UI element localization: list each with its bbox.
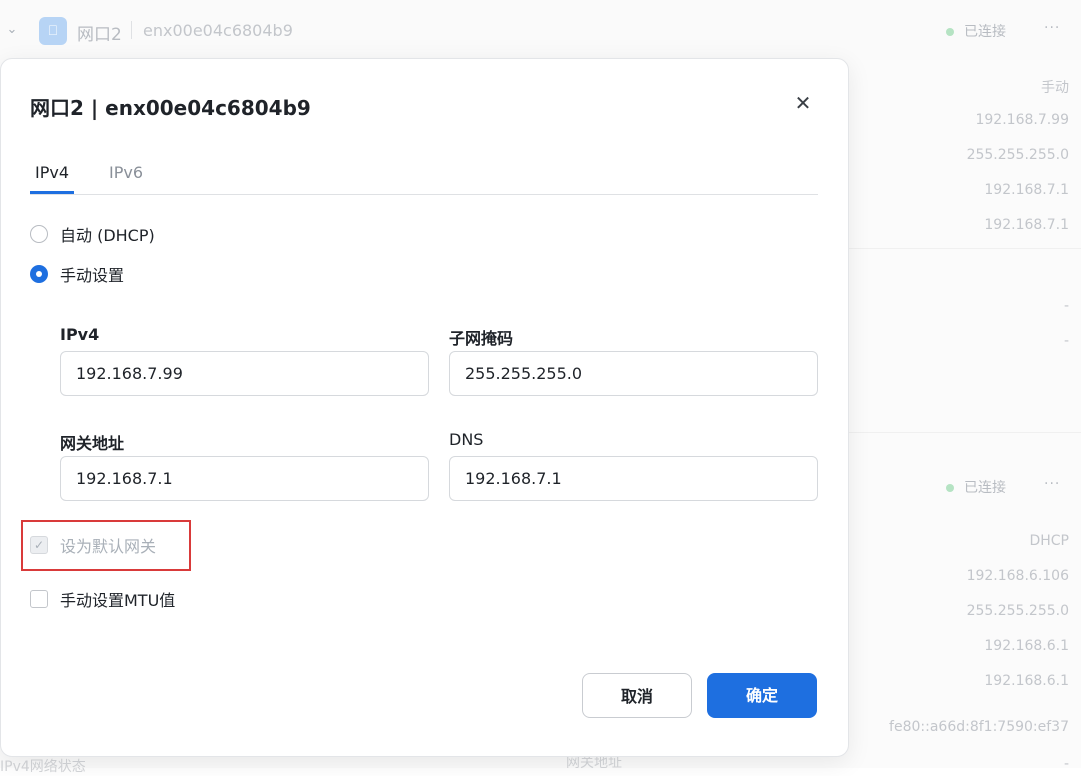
checkbox-box[interactable]: ✓: [30, 536, 48, 554]
subnet-label: 子网掩码: [449, 329, 514, 348]
bg-value: 192.168.6.1: [984, 638, 1069, 654]
ipv4-label: IPv4: [60, 325, 100, 344]
port-header[interactable]: ⌄ ⎕ 网口2 enx00e04c6804b9 已连接 ···: [0, 0, 1081, 60]
radio-label: 自动 (DHCP): [60, 226, 155, 245]
bg-value: fe80::a66d:8f1:7590:ef37: [889, 719, 1069, 735]
radio-label: 手动设置: [60, 266, 125, 285]
protocol-tabs: IPv4 IPv6: [30, 157, 818, 195]
radio-dhcp[interactable]: 自动 (DHCP): [30, 224, 155, 245]
port-name: 网口2: [77, 25, 122, 45]
bg-value: 192.168.7.1: [984, 182, 1069, 198]
bg-value: 192.168.6.1: [984, 673, 1069, 689]
dialog-title: 网口2 | enx00e04c6804b9: [30, 96, 311, 120]
more-options-icon[interactable]: ···: [1044, 20, 1060, 36]
bg-section-label: IPv4网络状态: [0, 759, 86, 775]
bg-value: -: [1063, 333, 1069, 349]
radio-circle[interactable]: [30, 265, 48, 283]
bg-value: DHCP: [1029, 533, 1069, 549]
ethernet-port-icon: ⎕: [39, 17, 67, 45]
bg-value: 255.255.255.0: [966, 147, 1069, 163]
bg-value: 192.168.6.106: [966, 568, 1069, 584]
bg-value: 192.168.7.99: [975, 112, 1069, 128]
port-mac: enx00e04c6804b9: [143, 21, 293, 40]
divider: [131, 21, 132, 39]
bg-value: 255.255.255.0: [966, 603, 1069, 619]
bg-value: -: [1063, 298, 1069, 314]
divider: [848, 248, 1081, 249]
dns-input[interactable]: [449, 456, 818, 501]
connection-status: 已连接: [946, 477, 1006, 497]
close-icon[interactable]: ✕: [791, 91, 815, 115]
subnet-input[interactable]: [449, 351, 818, 396]
checkbox-box[interactable]: [30, 590, 48, 608]
radio-manual[interactable]: 手动设置: [30, 264, 125, 285]
bg-value: 192.168.7.1: [984, 217, 1069, 233]
ipv4-input[interactable]: [60, 351, 429, 396]
status-dot-icon: [946, 484, 954, 492]
connection-status: 已连接: [946, 21, 1006, 41]
chevron-down-icon[interactable]: ⌄: [4, 22, 20, 38]
active-tab-indicator: [30, 191, 74, 194]
checkbox-label: 手动设置MTU值: [60, 591, 176, 610]
default-gateway-checkbox[interactable]: ✓ 设为默认网关: [30, 535, 157, 556]
tab-ipv6[interactable]: IPv6: [109, 163, 143, 182]
bg-value: 手动: [1041, 80, 1069, 96]
network-settings-dialog: 网口2 | enx00e04c6804b9 ✕ IPv4 IPv6 自动 (DH…: [0, 58, 849, 757]
bg-value: -: [1063, 756, 1069, 772]
checkbox-label: 设为默认网关: [60, 537, 157, 556]
more-options-icon[interactable]: ···: [1044, 476, 1060, 492]
cancel-button[interactable]: 取消: [582, 673, 692, 718]
dns-label: DNS: [449, 430, 484, 449]
radio-circle[interactable]: [30, 225, 48, 243]
manual-mtu-checkbox[interactable]: 手动设置MTU值: [30, 589, 176, 610]
confirm-button[interactable]: 确定: [707, 673, 817, 718]
status-dot-icon: [946, 28, 954, 36]
tab-ipv4[interactable]: IPv4: [35, 163, 69, 182]
divider: [848, 432, 1081, 433]
gateway-label: 网关地址: [60, 434, 125, 453]
gateway-input[interactable]: [60, 456, 429, 501]
